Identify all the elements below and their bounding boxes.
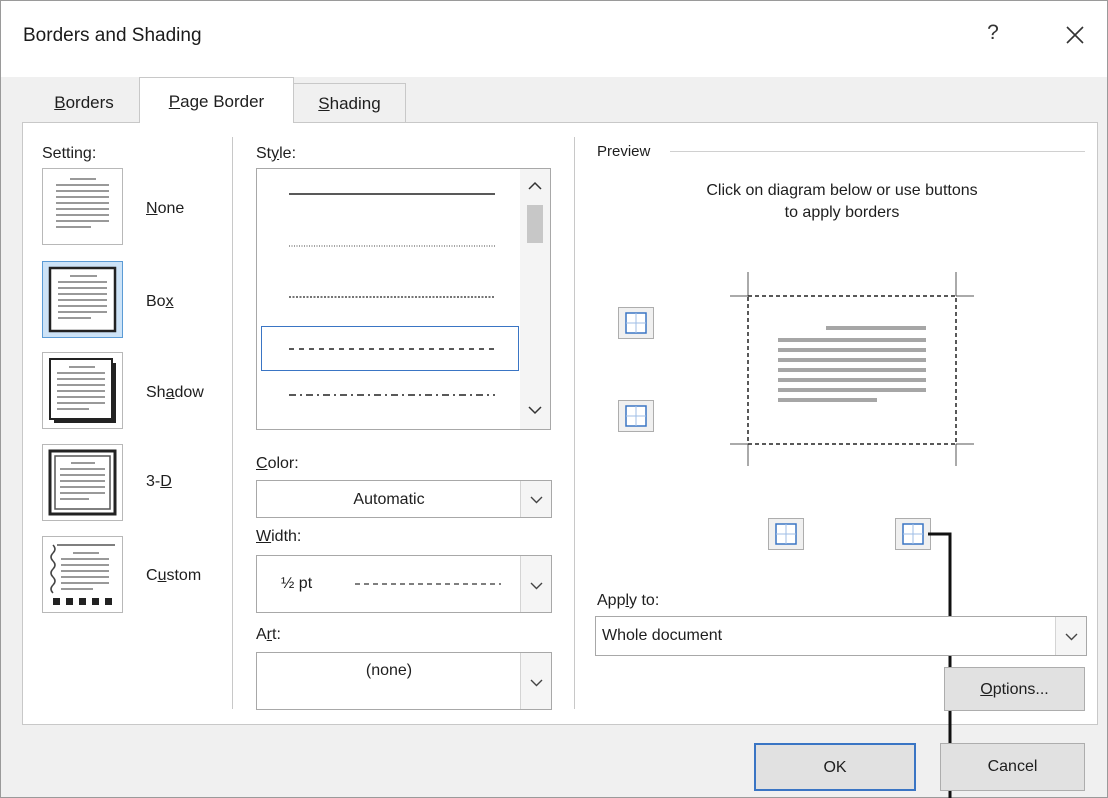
- dialog-title: Borders and Shading: [23, 25, 202, 46]
- style-line-dash-dot[interactable]: [289, 390, 499, 400]
- width-heading: Width:: [256, 528, 302, 545]
- tab-page-border-label: Page Border: [168, 92, 265, 111]
- divider: [232, 137, 233, 709]
- style-heading: Style:: [256, 145, 297, 162]
- width-dropdown[interactable]: ½ pt: [256, 555, 552, 613]
- chevron-down-icon: [530, 679, 543, 687]
- art-heading: Art:: [256, 626, 281, 643]
- border-button-icon: [625, 405, 647, 427]
- preview-heading: Preview: [597, 143, 651, 160]
- apply-to-dropdown[interactable]: Whole document: [595, 616, 1087, 656]
- style-line-selected[interactable]: [261, 326, 519, 371]
- border-button-icon: [775, 523, 797, 545]
- apply-to-dropdown-arrow[interactable]: [1055, 617, 1086, 655]
- help-button[interactable]: ?: [981, 21, 1005, 51]
- setting-custom-label: Custom: [146, 567, 202, 584]
- tab-borders[interactable]: Borders: [30, 83, 138, 121]
- apply-to-value: Whole document: [602, 627, 723, 644]
- style-line-dotted-dense[interactable]: [289, 292, 499, 302]
- style-line-dotted[interactable]: [289, 241, 499, 251]
- options-button-label: Options...: [980, 681, 1049, 698]
- bottom-border-button[interactable]: [618, 400, 654, 432]
- setting-shadow-label: Shadow: [146, 384, 204, 401]
- top-border-button[interactable]: [618, 307, 654, 339]
- width-value: ½ pt: [281, 575, 313, 592]
- border-button-icon: [902, 523, 924, 545]
- scroll-down-icon[interactable]: [528, 405, 542, 415]
- tab-borders-label: Borders: [54, 93, 114, 112]
- preview-page-icon: [730, 272, 974, 466]
- preview-instruction-line1: Click on diagram below or use buttons: [706, 182, 978, 199]
- page-3d-icon: [48, 449, 117, 516]
- setting-3d-label: 3-D: [146, 473, 172, 490]
- page-custom-icon: [50, 544, 115, 605]
- tab-page-border[interactable]: Page Border: [139, 77, 294, 123]
- style-listbox[interactable]: [256, 168, 551, 430]
- setting-box-button[interactable]: [42, 261, 123, 338]
- title-bar: Borders and Shading ?: [1, 1, 1107, 77]
- ok-button[interactable]: OK: [754, 743, 916, 791]
- close-icon: [1066, 26, 1084, 44]
- border-button-icon: [625, 312, 647, 334]
- preview-instruction-line2: to apply borders: [784, 204, 900, 221]
- cancel-button[interactable]: Cancel: [940, 743, 1085, 791]
- style-line-solid[interactable]: [289, 189, 499, 199]
- preview-group-line: [670, 151, 1085, 152]
- left-border-button[interactable]: [768, 518, 804, 550]
- color-dropdown-arrow[interactable]: [520, 481, 551, 517]
- scroll-thumb[interactable]: [527, 205, 543, 243]
- style-line-dashed: [289, 348, 495, 350]
- setting-heading: Setting:: [42, 145, 97, 162]
- page-shadow-icon: [49, 358, 116, 423]
- page-none-icon: [56, 178, 109, 228]
- options-button[interactable]: Options...: [944, 667, 1085, 711]
- close-button[interactable]: [1057, 17, 1093, 53]
- art-value: (none): [365, 662, 413, 679]
- art-dropdown[interactable]: (none): [256, 652, 552, 710]
- setting-custom-button[interactable]: [42, 536, 123, 613]
- divider: [574, 137, 575, 709]
- chevron-down-icon: [530, 496, 543, 504]
- tab-shading[interactable]: Shading: [294, 83, 406, 123]
- apply-to-heading: Apply to:: [597, 592, 660, 609]
- setting-none-button[interactable]: [42, 168, 123, 245]
- chevron-down-icon: [530, 582, 543, 590]
- width-dropdown-arrow[interactable]: [520, 556, 551, 612]
- setting-shadow-button[interactable]: [42, 352, 123, 429]
- preview-diagram[interactable]: [722, 272, 982, 468]
- setting-box-label: Box: [146, 293, 174, 310]
- setting-3d-button[interactable]: [42, 444, 123, 521]
- width-line-sample: [355, 583, 501, 585]
- color-value: Automatic: [353, 491, 425, 508]
- page-box-icon: [48, 266, 117, 333]
- scroll-up-icon[interactable]: [528, 181, 542, 191]
- setting-none-label: None: [146, 200, 185, 217]
- color-heading: Color:: [256, 455, 299, 472]
- color-dropdown[interactable]: Automatic: [256, 480, 552, 518]
- style-scrollbar[interactable]: [520, 169, 550, 429]
- chevron-down-icon: [1065, 633, 1078, 641]
- tab-shading-label: Shading: [318, 94, 381, 113]
- art-dropdown-arrow[interactable]: [520, 653, 551, 709]
- right-border-button[interactable]: [895, 518, 931, 550]
